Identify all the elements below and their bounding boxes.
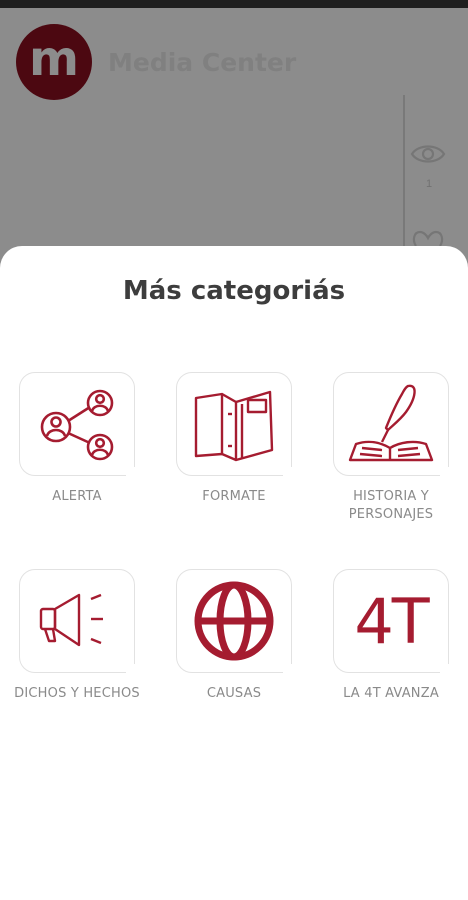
categories-bottom-sheet: Más categoriás ALERTA FORMATE HISTORIA Y… [0,246,468,900]
category-causas[interactable]: CAUSAS [159,569,309,703]
category-icon-box: 4T [333,569,450,674]
category-icon-box [19,569,136,674]
category-dichos-y-hechos[interactable]: DICHOS Y HECHOS [2,569,152,703]
category-icon-box [176,569,293,674]
share-network-icon [40,389,114,461]
category-alerta[interactable]: ALERTA [2,372,152,506]
category-label: LA 4T AVANZA [343,686,439,701]
category-label: HISTORIA Y PERSONAJES [348,489,434,522]
globe-icon [194,581,274,661]
category-label: DICHOS Y HECHOS [14,686,140,701]
category-label: CAUSAS [206,686,262,701]
category-label: ALERTA [52,489,102,504]
category-historia-y-personajes[interactable]: HISTORIA Y PERSONAJES [316,372,466,524]
quill-book-icon [348,384,434,462]
megaphone-icon [39,593,103,647]
category-label: FORMATE [202,489,266,504]
category-la-4t-avanza[interactable]: 4T LA 4T AVANZA [316,569,466,703]
book-icon [194,390,274,462]
4t-icon: 4T [354,584,429,658]
sheet-title: Más categoriás [122,276,346,306]
category-icon-box [176,372,293,477]
category-formate[interactable]: FORMATE [159,372,309,506]
category-icon-box [333,372,450,477]
category-icon-box [19,372,136,477]
